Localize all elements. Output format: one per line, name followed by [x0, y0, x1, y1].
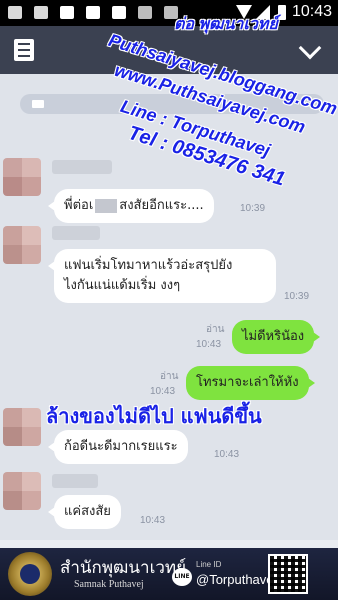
line-app-icon: LINE: [172, 568, 192, 586]
message-icon: [8, 6, 22, 19]
status-bar: 10:43: [0, 0, 338, 26]
message-bubble[interactable]: แค่สงสัย: [48, 495, 121, 529]
message-time: 10:43: [150, 386, 176, 397]
message-bubble[interactable]: ก้อดีนะดีมากเรยแระ: [48, 430, 188, 464]
read-receipt: อ่าน: [206, 324, 225, 335]
line-handle: @Torputhavej: [196, 572, 277, 587]
masked-name: [95, 198, 118, 213]
brand-thai-name: สำนักพุฒนาเวทย์: [60, 558, 187, 578]
watermark-thai: ต่อ พุฒนาเวทย์: [174, 16, 278, 33]
sender-name: [52, 160, 112, 174]
message-time: 10:43: [196, 339, 222, 350]
check-icon: [138, 6, 152, 19]
sent-message-bubble[interactable]: ไม่ดีหรินัอง: [232, 320, 321, 354]
branding-banner: สำนักพุฒนาเวทย์ Samnak Puthavej LINE Lin…: [0, 548, 338, 600]
clock: 10:43: [291, 3, 332, 20]
avatar[interactable]: [3, 408, 41, 446]
brand-english-name: Samnak Puthavej: [74, 579, 144, 590]
message-time: 10:43: [214, 449, 240, 460]
message-time: 10:43: [140, 515, 166, 526]
document-icon[interactable]: [14, 39, 34, 63]
caption-overlay: ล้างของไม่ดีไป แฟนดีขึ้น: [46, 404, 262, 428]
sender-name: [52, 226, 100, 240]
facebook-icon: [60, 6, 74, 19]
line-id-label: Line ID: [196, 560, 222, 569]
facebook-icon: [112, 6, 126, 19]
chevron-down-icon[interactable]: [298, 36, 322, 60]
sender-name: [52, 474, 98, 488]
emblem-icon: [8, 552, 52, 596]
read-receipt: อ่าน: [160, 371, 179, 382]
qr-code-icon: [268, 554, 308, 594]
message-time: 10:39: [284, 291, 310, 302]
avatar[interactable]: [3, 226, 41, 264]
facebook-icon: [86, 6, 100, 19]
avatar[interactable]: [3, 472, 41, 510]
image-icon: [34, 6, 48, 19]
battery-icon: [278, 5, 286, 20]
tag-icon: [32, 100, 44, 108]
sent-message-bubble[interactable]: โทรมาจะเล่าให้หัง: [186, 366, 315, 400]
message-bubble[interactable]: พี่ต่อเ สงสัยอีกแระ....: [48, 189, 214, 223]
message-bubble[interactable]: แฟนเริ่มโทมาหาแร้วอ่ะสรุปยัง ไงกันแน่แด้…: [48, 249, 276, 303]
message-time: 10:39: [240, 203, 266, 214]
avatar[interactable]: [3, 158, 41, 196]
